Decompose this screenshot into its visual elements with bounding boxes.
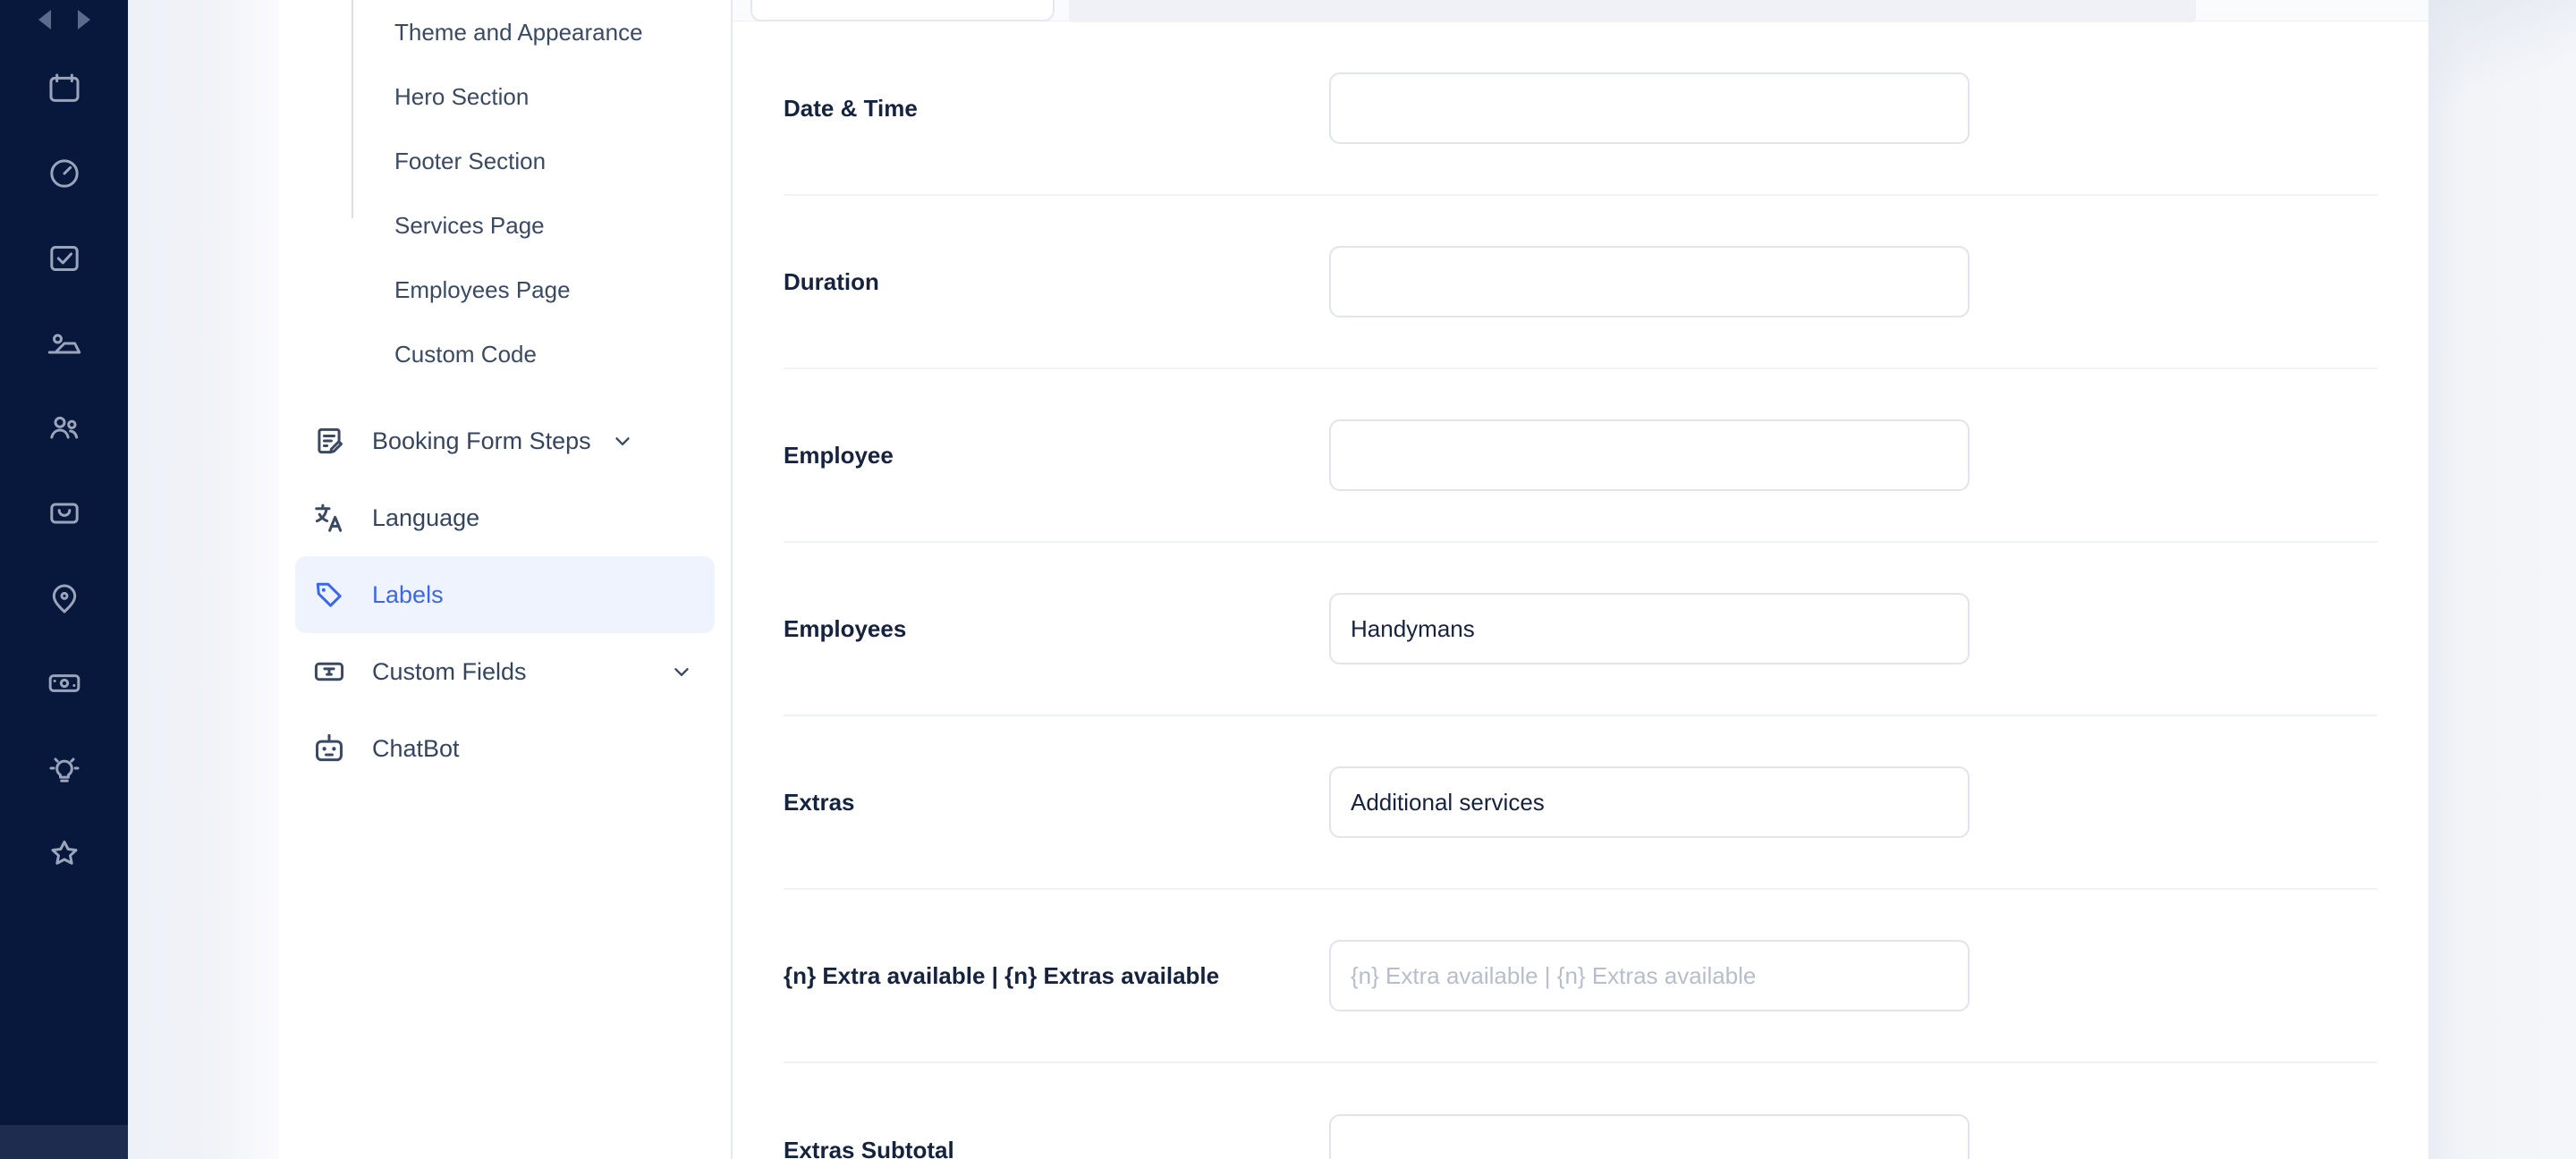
table-row: Employees Handymans (784, 543, 2377, 716)
row-field-wrap: Handymans (1329, 593, 2377, 664)
rail-item-inbox[interactable] (0, 473, 128, 558)
chevron-down-icon[interactable] (611, 429, 634, 453)
sidebar-item-label: Booking Form Steps (372, 427, 591, 454)
sidebar-item-employees-page[interactable]: Employees Page (352, 258, 731, 322)
rail-item-customers[interactable] (0, 388, 128, 473)
sidebar-item-hero-section[interactable]: Hero Section (352, 64, 731, 129)
sidebar-item-label: Language (372, 503, 480, 531)
row-label: Employee (784, 441, 894, 469)
rail-item-services[interactable] (0, 303, 128, 388)
sidebar-item-chatbot[interactable]: ChatBot (295, 710, 715, 787)
rail-icon-list (0, 48, 128, 898)
sidebar-item-label: Labels (372, 580, 444, 608)
table-row: {n} Extra available | {n} Extras availab… (784, 890, 2377, 1063)
location-pin-icon (47, 580, 82, 621)
table-row: Extras Subtotal (784, 1063, 2377, 1159)
row-field-wrap (1329, 72, 2377, 144)
sidebar-item-services-page[interactable]: Services Page (352, 193, 731, 258)
label-value-input-extras-subtotal[interactable] (1329, 1114, 1970, 1159)
sidebar-item-custom-code[interactable]: Custom Code (352, 322, 731, 386)
app-root: Theme and Appearance Hero Section Footer… (0, 0, 2576, 1159)
payments-cash-icon (47, 665, 82, 706)
table-row: Employee (784, 369, 2377, 543)
rail-toggle-group[interactable] (0, 0, 128, 39)
settings-nav-panel: Theme and Appearance Hero Section Footer… (279, 0, 733, 1159)
gauge-dashboard-icon (47, 156, 82, 196)
row-field-wrap: Additional services (1329, 766, 2377, 838)
table-row: Date & Time (784, 22, 2377, 196)
text-field-icon (311, 654, 347, 689)
row-label: Employees (784, 614, 907, 642)
label-value-input-employees[interactable]: Handymans (1329, 593, 1970, 664)
label-value-input-extra-available[interactable]: {n} Extra available | {n} Extras availab… (1329, 940, 1970, 1011)
subnav-label: Footer Section (394, 147, 547, 174)
sidebar-item-label: ChatBot (372, 734, 460, 762)
sidebar-item-language[interactable]: Language (295, 479, 715, 556)
task-checkbox-icon (47, 241, 82, 281)
customize-submenu: Theme and Appearance Hero Section Footer… (352, 0, 731, 386)
rail-item-tasks[interactable] (0, 218, 128, 303)
left-icon-rail (0, 0, 128, 1159)
panel-gutter (128, 0, 279, 1159)
rail-item-dashboard[interactable] (0, 133, 128, 218)
page-right-backdrop (2428, 0, 2576, 1159)
table-header-band (1069, 0, 2196, 22)
rail-item-ideas[interactable] (0, 728, 128, 813)
subnav-label: Custom Code (394, 340, 537, 368)
row-field-wrap (1329, 246, 2377, 317)
triangle-right-icon[interactable] (77, 10, 90, 30)
sidebar-item-theme-and-appearance[interactable]: Theme and Appearance (352, 0, 731, 64)
rail-item-favorites[interactable] (0, 813, 128, 898)
field-value: Additional services (1351, 788, 1545, 816)
customers-people-icon (47, 410, 82, 451)
labels-settings-content: Date & Time Duration Employee Employees … (733, 0, 2428, 1159)
sidebar-item-labels[interactable]: Labels (295, 556, 715, 633)
rail-item-payments[interactable] (0, 643, 128, 728)
row-field-wrap: {n} Extra available | {n} Extras availab… (1329, 940, 2377, 1011)
labels-table: Date & Time Duration Employee Employees … (733, 22, 2428, 1159)
sidebar-item-booking-form-steps[interactable]: Booking Form Steps (295, 402, 715, 479)
row-label: Extras (784, 788, 855, 816)
rail-item-locations[interactable] (0, 558, 128, 643)
sidebar-item-custom-fields[interactable]: Custom Fields (295, 633, 715, 710)
inbox-tray-icon (47, 495, 82, 536)
subnav-label: Hero Section (394, 82, 530, 110)
table-row: Extras Additional services (784, 716, 2377, 890)
field-placeholder: {n} Extra available | {n} Extras availab… (1351, 961, 1757, 989)
row-label: Duration (784, 267, 879, 295)
row-label: Extras Subtotal (784, 1136, 954, 1159)
robot-chatbot-icon (311, 731, 347, 766)
service-desk-icon (47, 326, 82, 366)
subnav-label: Services Page (394, 211, 545, 239)
sidebar-item-footer-section[interactable]: Footer Section (352, 129, 731, 193)
rail-footer-band (0, 1125, 128, 1159)
subnav-label: Theme and Appearance (394, 18, 643, 46)
chevron-down-icon[interactable] (670, 660, 693, 683)
translate-icon (311, 500, 347, 536)
language-select-dropdown[interactable] (750, 0, 1055, 21)
table-row: Duration (784, 196, 2377, 369)
row-field-wrap (1329, 1114, 2377, 1159)
row-field-wrap (1329, 419, 2377, 491)
field-value: Handymans (1351, 614, 1475, 642)
label-value-input-employee[interactable] (1329, 419, 1970, 491)
subnav-label: Employees Page (394, 275, 571, 303)
label-value-input-date-time[interactable] (1329, 72, 1970, 144)
row-label: {n} Extra available | {n} Extras availab… (784, 961, 1220, 989)
triangle-left-icon[interactable] (38, 10, 51, 30)
label-value-input-duration[interactable] (1329, 246, 1970, 317)
form-edit-icon (311, 423, 347, 459)
tag-label-icon (311, 577, 347, 613)
rail-item-calendar[interactable] (0, 48, 128, 133)
sidebar-item-label: Custom Fields (372, 657, 527, 685)
star-icon (47, 835, 82, 876)
calendar-icon (47, 71, 82, 111)
lightbulb-idea-icon (47, 750, 82, 791)
row-label: Date & Time (784, 94, 918, 122)
label-value-input-extras[interactable]: Additional services (1329, 766, 1970, 838)
